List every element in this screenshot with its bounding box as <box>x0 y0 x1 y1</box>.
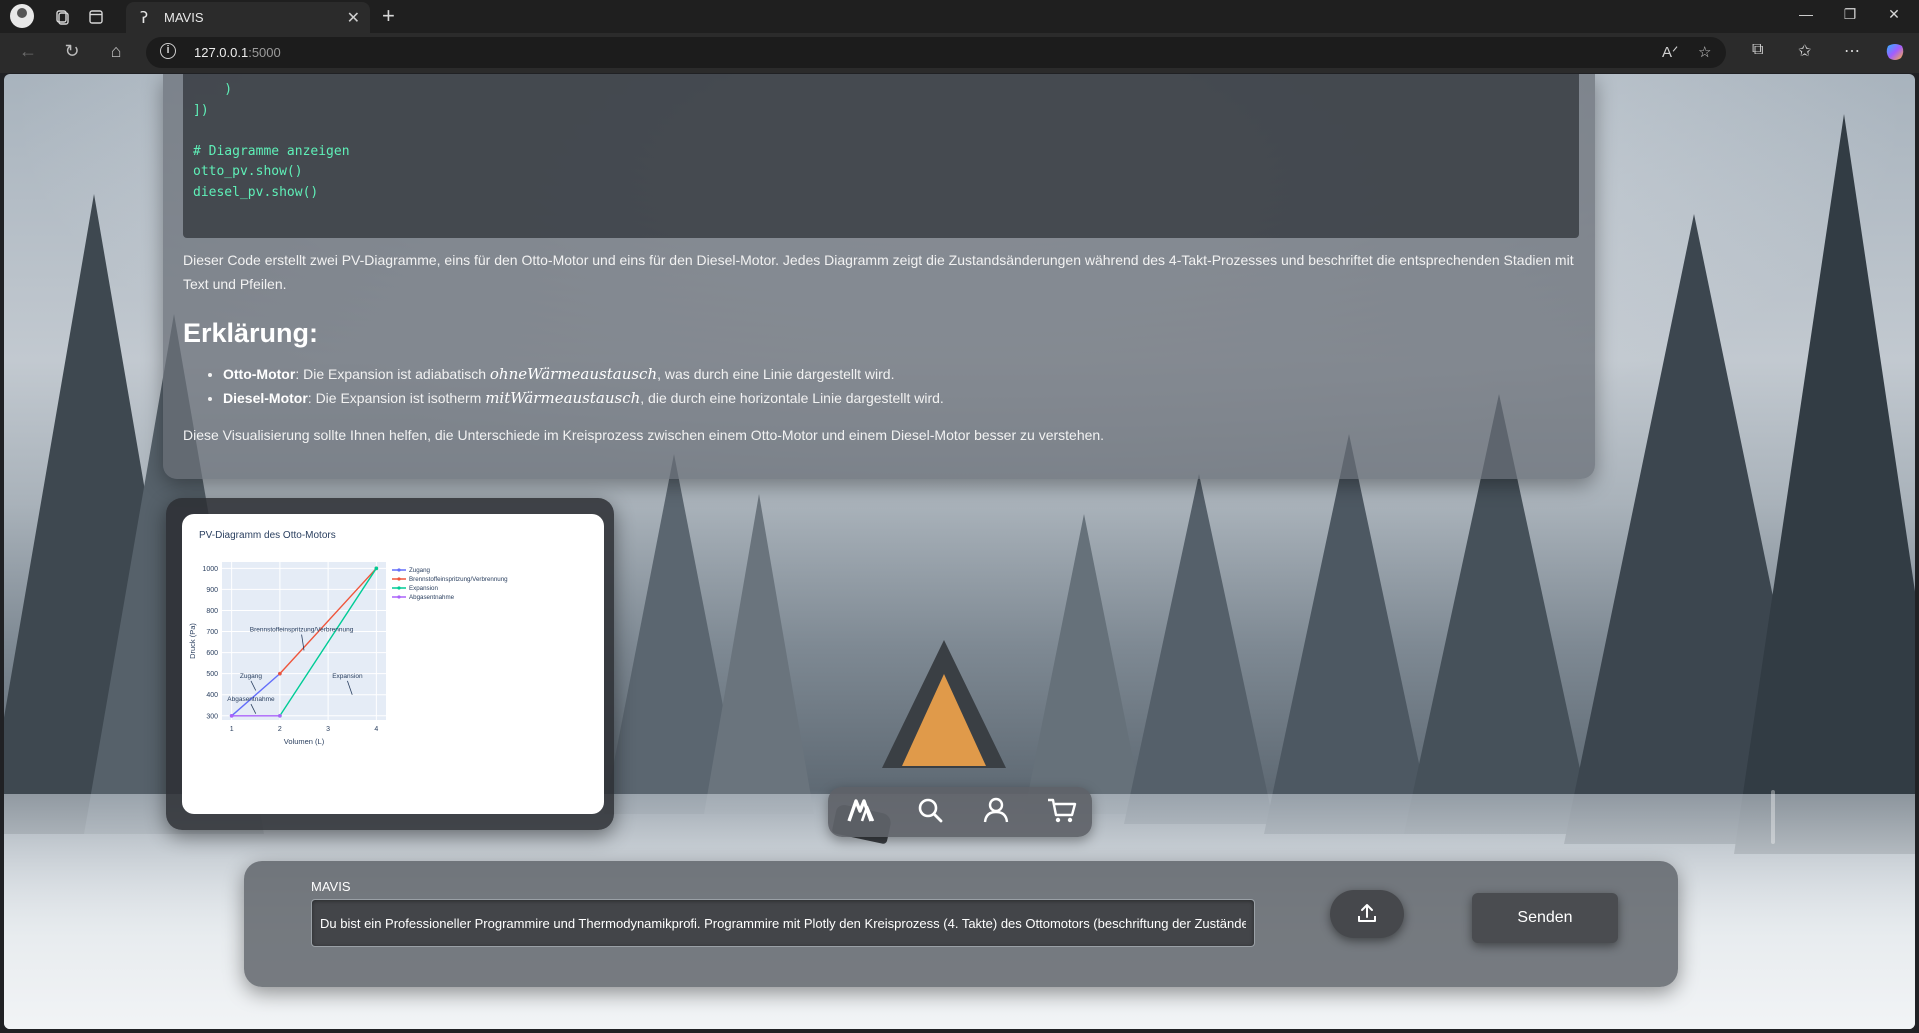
chart-legend-marker <box>397 595 401 599</box>
list-item-text: : Die Expansion ist isotherm <box>307 390 486 406</box>
chart-legend-label: Abgasentnahme <box>409 594 455 601</box>
chart-legend-marker <box>397 568 401 572</box>
chart-annotation-label: Abgasentnahme <box>227 696 275 703</box>
url-field[interactable]: i 127.0.0.1:5000 Aᐟ ☆ <box>146 37 1726 68</box>
browser-address-bar: ← ↻ ⌂ i 127.0.0.1:5000 Aᐟ ☆ ⧉ ✩ ⋯ <box>0 33 1919 73</box>
search-icon[interactable] <box>910 795 950 829</box>
chart-ytick-label: 700 <box>206 629 218 636</box>
code-block: ) ]) # Diagramme anzeigen otto_pv.show()… <box>183 74 1579 238</box>
chart-data-point <box>374 566 379 571</box>
chart-xtick-label: 3 <box>326 726 330 733</box>
url-port: :5000 <box>248 45 281 60</box>
list-item-text: , was durch eine Linie dargestellt wird. <box>657 366 895 382</box>
chart-data-point <box>278 713 282 718</box>
url-host: 127.0.0.1 <box>194 45 249 60</box>
chart-ytick-label: 1000 <box>202 566 218 573</box>
code-line: diesel_pv.show() <box>193 184 319 200</box>
math-expression: ohneWärmeaustausch <box>489 365 658 383</box>
chart-legend-marker <box>397 577 401 581</box>
chart-legend-label: Zugang <box>409 567 431 574</box>
explanation-paragraph: Dieser Code erstellt zwei PV-Diagramme, … <box>183 252 1574 292</box>
upload-icon <box>1358 903 1376 922</box>
chart-ytick-label: 500 <box>206 671 218 678</box>
chart-legend-label: Brennstoffeinspritzung/Verbrennung <box>409 576 508 583</box>
prompt-input[interactable] <box>311 899 1255 947</box>
reload-icon[interactable]: ↻ <box>58 41 86 62</box>
chart-y-axis-label: Druck (Pa) <box>188 623 197 659</box>
user-icon[interactable] <box>976 795 1016 829</box>
chart-data-point <box>278 671 282 676</box>
chart-ytick-label: 300 <box>206 713 218 720</box>
chart-xtick-label: 1 <box>230 726 234 733</box>
floating-toolbar <box>828 787 1092 837</box>
tab-actions-icon[interactable] <box>84 5 108 29</box>
chart-container[interactable]: PV-Diagramm des Otto-Motors 300 400 500 600 7… <box>182 514 604 814</box>
chart-ytick-label: 400 <box>206 692 218 699</box>
favorite-star-icon[interactable]: ☆ <box>1698 43 1711 61</box>
tab-title: MAVIS <box>164 10 204 25</box>
minimize-icon[interactable]: — <box>1786 6 1826 22</box>
list-item-term: Otto-Motor <box>223 366 296 382</box>
close-window-icon[interactable]: ✕ <box>1874 6 1914 23</box>
chart-title: PV-Diagramm des Otto-Motors <box>199 530 336 541</box>
cart-icon[interactable] <box>1042 795 1082 829</box>
list-item: Otto-Motor: Die Expansion ist adiabatisc… <box>223 362 1523 386</box>
chat-input-panel: MAVIS Senden <box>244 861 1678 987</box>
list-item-text: : Die Expansion ist adiabatisch <box>295 366 490 382</box>
collections-icon[interactable] <box>50 5 74 29</box>
math-expression: mitWärmeaustausch <box>485 389 641 407</box>
explanation-list: Otto-Motor: Die Expansion ist adiabatisc… <box>223 362 1523 410</box>
chart-annotation-label: Brennstoffeinspritzung/Verbrennung <box>250 627 354 634</box>
assistant-message-card: ) ]) # Diagramme anzeigen otto_pv.show()… <box>163 74 1595 479</box>
mavis-logo-icon[interactable] <box>842 795 882 829</box>
chart-legend-label: Expansion <box>409 585 438 592</box>
code-line: ) <box>193 82 233 97</box>
chart-x-axis-label: Volumen (L) <box>284 737 325 746</box>
summary-paragraph: Diese Visualisierung sollte Ihnen helfen… <box>183 427 1105 443</box>
chart-xtick-label: 4 <box>374 726 378 733</box>
site-info-icon[interactable]: i <box>160 43 176 59</box>
chart-data-point <box>229 713 234 718</box>
code-line: otto_pv.show() <box>193 164 303 180</box>
chart-xtick-label: 2 <box>278 726 282 733</box>
read-aloud-icon[interactable]: Aᐟ <box>1662 43 1678 61</box>
pv-diagram-chart[interactable]: PV-Diagramm des Otto-Motors 300 400 500 600 7… <box>182 514 604 814</box>
extensions-icon[interactable]: ⧉ <box>1752 41 1763 59</box>
mavis-favicon-icon: ʔ <box>140 8 149 27</box>
browser-tab-mavis[interactable]: ʔ MAVIS ✕ <box>126 2 370 33</box>
upload-button[interactable] <box>1330 890 1404 938</box>
profile-avatar-icon[interactable] <box>10 4 34 28</box>
copilot-icon[interactable] <box>1884 41 1906 68</box>
browser-tab-bar: ʔ MAVIS ✕ + — ❐ ✕ <box>0 0 1919 33</box>
input-label: MAVIS <box>311 879 351 894</box>
cabin-window-glow <box>902 674 986 766</box>
chart-annotation-label: Expansion <box>332 673 363 680</box>
chart-legend-marker <box>397 586 401 590</box>
url-text: 127.0.0.1:5000 <box>194 45 281 60</box>
more-menu-icon[interactable]: ⋯ <box>1844 41 1860 61</box>
page-viewport: ) ]) # Diagramme anzeigen otto_pv.show()… <box>4 74 1915 1029</box>
chart-message-card: PV-Diagramm des Otto-Motors 300 400 500 600 7… <box>166 498 614 830</box>
chart-ytick-label: 600 <box>206 650 218 657</box>
code-line: ]) <box>193 102 209 118</box>
chart-ytick-label: 900 <box>206 587 218 594</box>
list-item-term: Diesel-Motor <box>223 390 308 406</box>
explanation-heading: Erklärung: <box>183 318 319 348</box>
scroll-indicator[interactable] <box>1771 790 1775 844</box>
tab-close-icon[interactable]: ✕ <box>347 8 360 28</box>
restore-icon[interactable]: ❐ <box>1830 6 1870 23</box>
send-button[interactable]: Senden <box>1472 893 1618 943</box>
list-item: Diesel-Motor: Die Expansion ist isotherm… <box>223 386 1523 410</box>
code-comment: # Diagramme anzeigen <box>193 143 350 159</box>
home-icon[interactable]: ⌂ <box>102 41 130 62</box>
chart-annotation-label: Zugang <box>240 673 262 680</box>
list-item-text: , die durch eine horizontale Linie darge… <box>640 390 944 406</box>
new-tab-icon[interactable]: + <box>382 3 395 29</box>
favorites-icon[interactable]: ✩ <box>1798 41 1811 61</box>
back-icon[interactable]: ← <box>14 41 42 62</box>
chart-ytick-label: 800 <box>206 608 218 615</box>
